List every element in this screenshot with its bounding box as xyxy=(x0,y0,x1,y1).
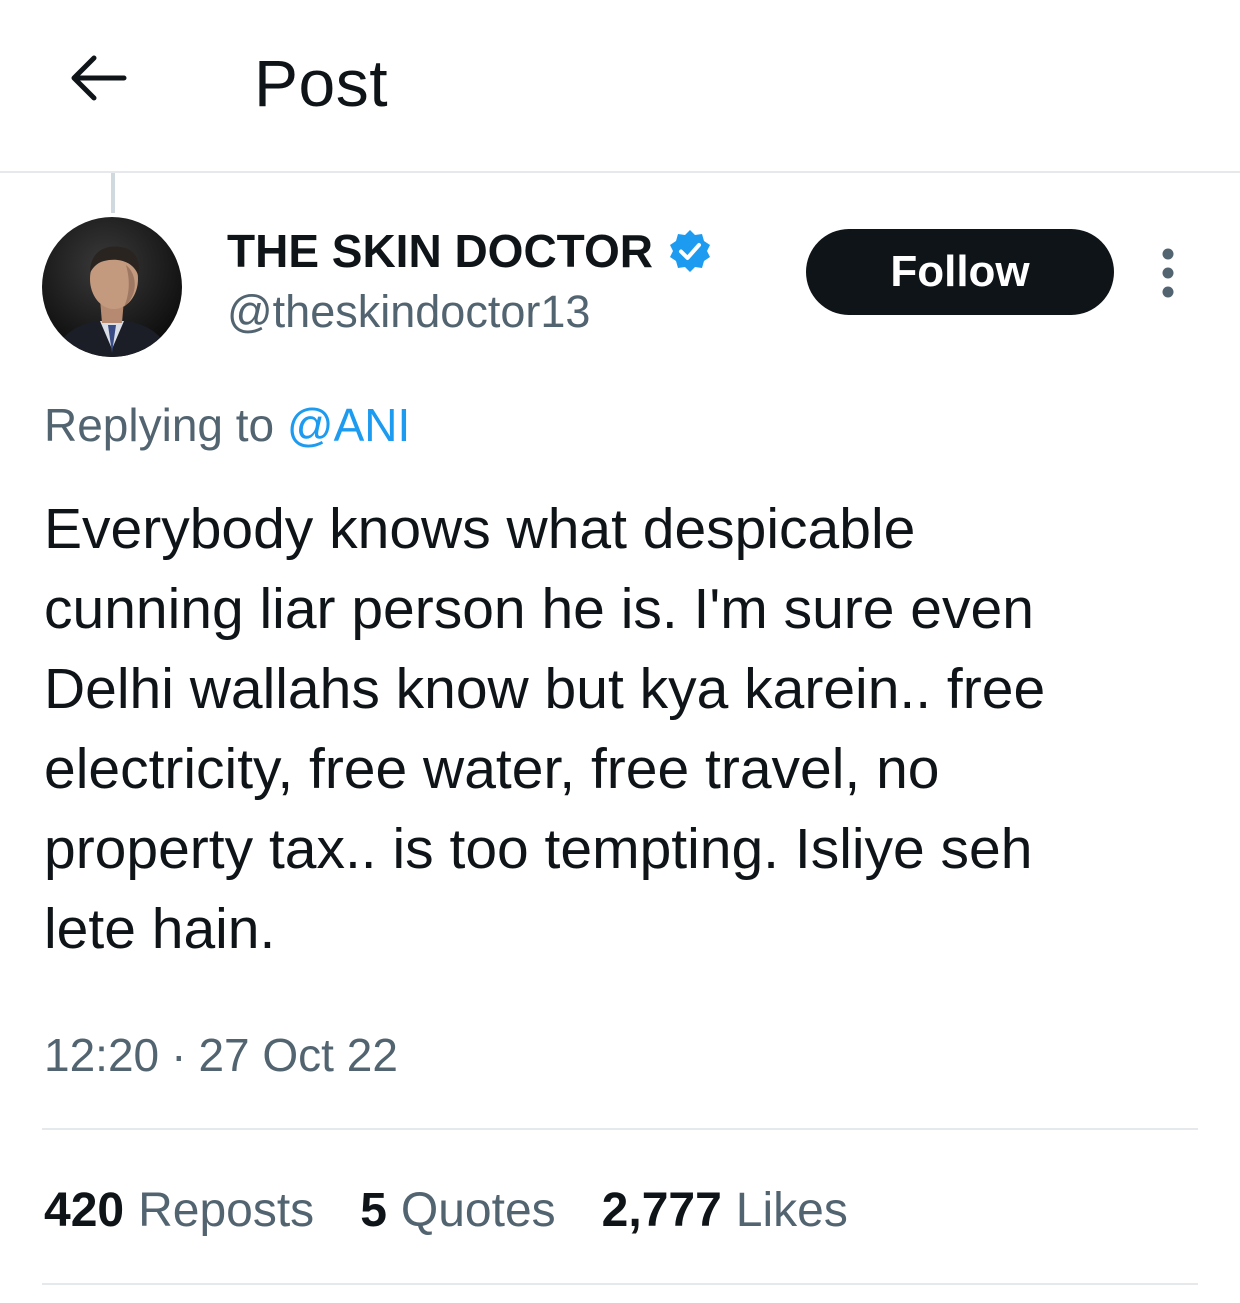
timestamp-separator: · xyxy=(171,1029,187,1081)
more-vertical-icon xyxy=(1148,248,1188,306)
likes-label: Likes xyxy=(735,1184,848,1237)
post-stats: 420 Reposts 5 Quotes 2,777 Likes xyxy=(44,1180,894,1242)
quotes-label: Quotes xyxy=(400,1184,556,1237)
author-name-row: THE SKIN DOCTOR xyxy=(227,222,713,280)
quotes-count: 5 xyxy=(360,1184,387,1237)
replying-to-label: Replying to xyxy=(44,399,275,451)
divider-top xyxy=(42,1128,1198,1130)
page-title: Post xyxy=(254,46,389,120)
reposts-label: Reposts xyxy=(138,1184,315,1237)
reposts-count: 420 xyxy=(44,1184,125,1237)
likes-stat[interactable]: 2,777 Likes xyxy=(602,1180,848,1242)
replying-to: Replying to @ANI xyxy=(44,396,410,454)
post-text: Everybody knows what despicable cunning … xyxy=(44,497,1046,961)
post-time[interactable]: 12:20 xyxy=(44,1029,159,1081)
post-date[interactable]: 27 Oct 22 xyxy=(198,1029,397,1081)
reply-mention-link[interactable]: @ANI xyxy=(287,399,410,451)
reposts-stat[interactable]: 420 Reposts xyxy=(44,1180,314,1242)
follow-button[interactable]: Follow xyxy=(806,229,1114,315)
more-options-button[interactable] xyxy=(1148,246,1188,302)
divider-bottom xyxy=(42,1283,1198,1285)
verified-badge-icon xyxy=(667,228,713,274)
author-handle[interactable]: @theskindoctor13 xyxy=(227,284,590,340)
post-timestamp: 12:20 · 27 Oct 22 xyxy=(44,1026,398,1084)
likes-count: 2,777 xyxy=(601,1184,722,1237)
thread-connector xyxy=(111,173,115,213)
quotes-stat[interactable]: 5 Quotes xyxy=(360,1180,555,1242)
avatar[interactable] xyxy=(42,217,182,357)
arrow-left-icon xyxy=(66,53,128,108)
author-display-name[interactable]: THE SKIN DOCTOR xyxy=(227,222,653,280)
back-button[interactable] xyxy=(60,48,134,112)
top-bar: Post xyxy=(0,0,1240,173)
